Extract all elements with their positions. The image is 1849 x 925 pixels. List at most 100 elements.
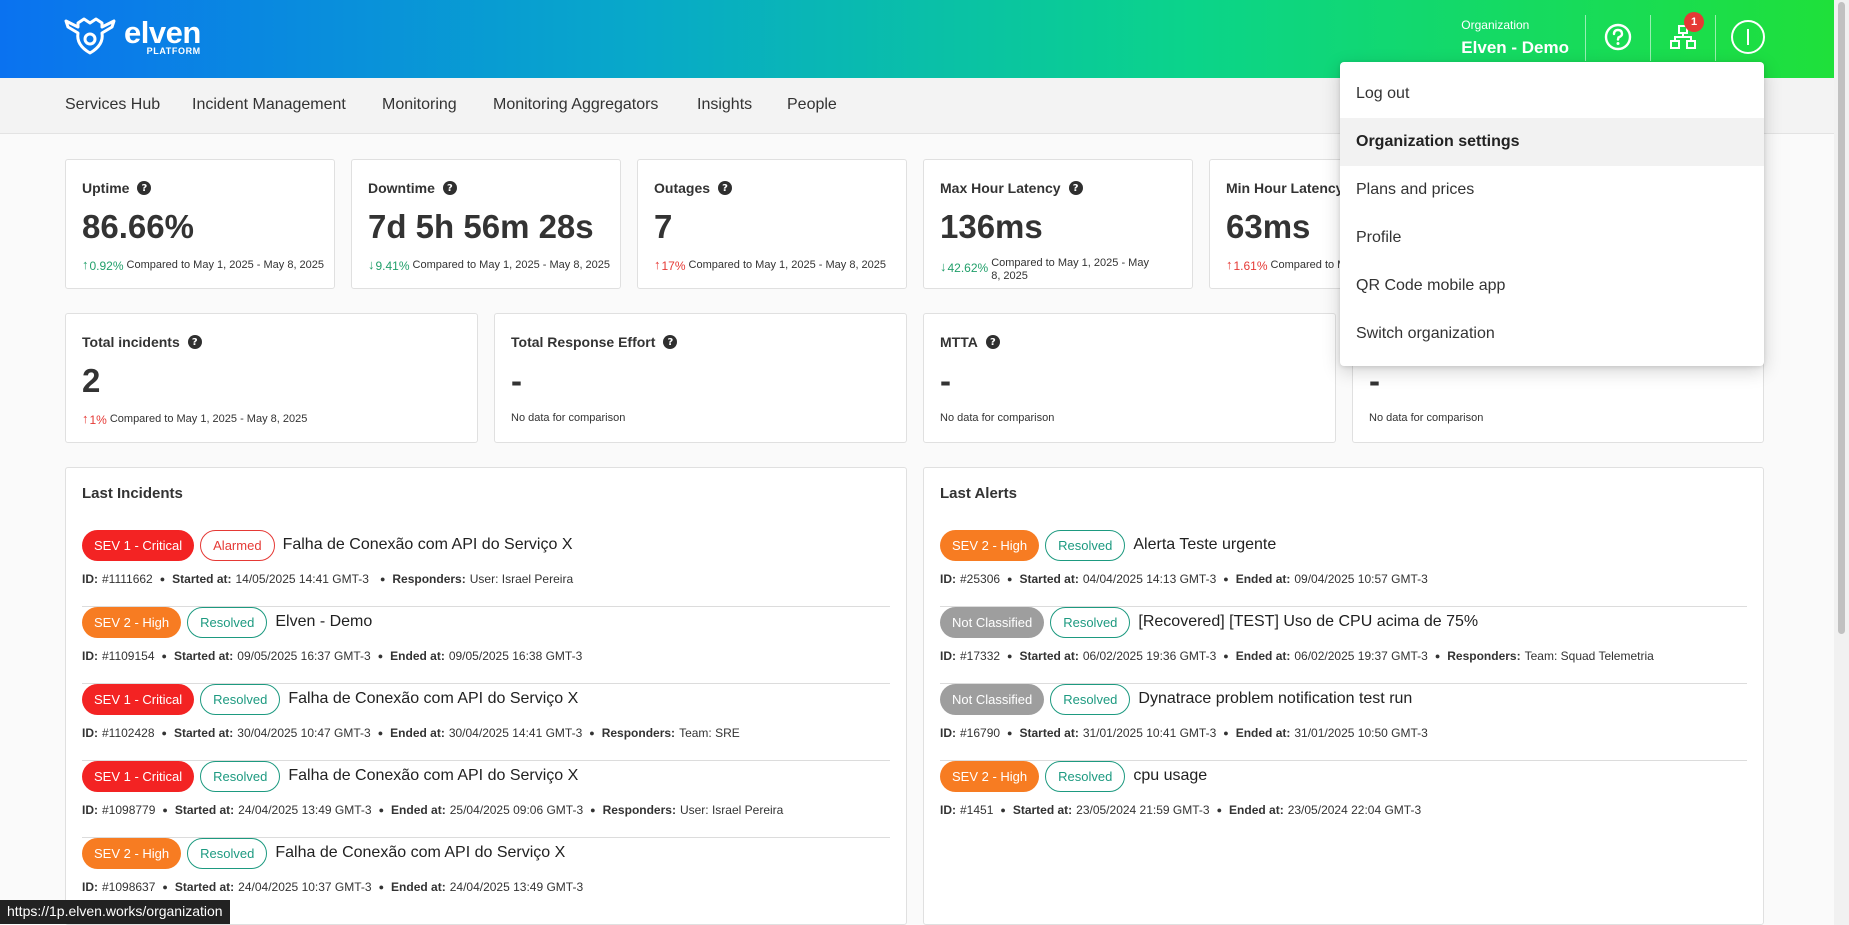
- alert-id: #16790: [960, 726, 1001, 740]
- menu-item-log-out[interactable]: Log out: [1340, 70, 1764, 118]
- responders-label: Responders:: [602, 803, 676, 817]
- ended-at: 06/02/2025 19:37 GMT-3: [1294, 649, 1428, 663]
- ended-at: 09/04/2025 10:57 GMT-3: [1294, 572, 1428, 586]
- org-label: Organization: [1461, 18, 1530, 32]
- started-at: 09/05/2025 16:37 GMT-3: [237, 649, 371, 663]
- page-scrollbar[interactable]: [1834, 0, 1849, 925]
- separator-dot: ●: [1223, 728, 1229, 738]
- scrollbar-thumb[interactable]: [1838, 2, 1845, 634]
- help-icon[interactable]: ?: [718, 181, 733, 195]
- response-effort-value: -: [511, 362, 522, 399]
- menu-item-switch-organization[interactable]: Switch organization: [1340, 310, 1764, 358]
- incident-title[interactable]: Falha de Conexão com API do Serviço X: [288, 767, 578, 785]
- nav-incident-management[interactable]: Incident Management: [192, 96, 346, 114]
- started-label: Started at:: [173, 649, 234, 663]
- fourth-metric-value: -: [1369, 362, 1380, 399]
- incident-id: #1098779: [102, 803, 156, 817]
- help-icon[interactable]: ?: [985, 335, 1000, 349]
- ended-label: Ended at:: [1235, 726, 1291, 740]
- last-alerts-panel: Last Alerts SEV 2 - High Resolved Alerta…: [923, 467, 1764, 925]
- alert-row[interactable]: Not Classified Resolved [Recovered] [TES…: [940, 606, 1747, 684]
- arrow-up-icon: ↑: [654, 257, 661, 272]
- nav-monitoring[interactable]: Monitoring: [382, 96, 457, 114]
- nav-people[interactable]: People: [787, 96, 837, 114]
- responders-value: Israel Pereira: [711, 803, 784, 817]
- nav-monitoring-aggregators[interactable]: Monitoring Aggregators: [493, 96, 658, 114]
- alert-id: #25306: [960, 572, 1001, 586]
- elven-logo[interactable]: elven PLATFORM: [64, 15, 201, 57]
- incident-row[interactable]: SEV 2 - High Resolved Elven - Demo ID: #1…: [82, 606, 890, 684]
- responders-kind: Team:: [1524, 649, 1558, 663]
- status-badge: Resolved: [200, 683, 281, 715]
- started-at: 04/04/2025 14:13 GMT-3: [1082, 572, 1217, 586]
- nav-insights[interactable]: Insights: [697, 96, 752, 114]
- arrow-up-icon: ↑: [1226, 257, 1233, 272]
- responders-value: Squad Telemetria: [1560, 649, 1654, 663]
- help-icon[interactable]: ?: [663, 335, 678, 349]
- alert-title[interactable]: [Recovered] [TEST] Uso de CPU acima de 7…: [1138, 613, 1478, 631]
- total-incidents-card: Total incidents? 2 ↑ 1% Compared to May …: [65, 313, 478, 443]
- started-label: Started at:: [1012, 803, 1073, 817]
- separator-dot: ●: [377, 651, 384, 661]
- help-icon[interactable]: ?: [1068, 181, 1083, 195]
- ended-at: 31/01/2025 10:50 GMT-3: [1294, 726, 1428, 740]
- separator-dot: ●: [162, 805, 168, 815]
- separator-dot: ●: [1434, 651, 1441, 661]
- menu-item-profile[interactable]: Profile: [1340, 214, 1764, 262]
- arrow-up-icon: ↑: [82, 257, 89, 272]
- user-avatar-button[interactable]: [1731, 20, 1765, 54]
- severity-badge: SEV 2 - High: [82, 606, 182, 638]
- alert-title[interactable]: Alerta Teste urgente: [1133, 536, 1276, 554]
- comparison-text: Compared to May 1, 2025 - May 8, 2025: [109, 413, 308, 425]
- incident-row[interactable]: SEV 1 - Critical Resolved Falha de Conex…: [82, 760, 890, 838]
- header-divider: [1585, 15, 1586, 61]
- ended-label: Ended at:: [391, 803, 446, 817]
- separator-dot: ●: [1216, 805, 1223, 815]
- separator-dot: ●: [1000, 805, 1006, 815]
- started-at: 14/05/2025 14:41 GMT-3: [235, 572, 369, 586]
- started-label: Started at:: [173, 726, 234, 740]
- organization-selector[interactable]: Organization Elven - Demo: [1461, 18, 1569, 58]
- help-icon[interactable]: ?: [442, 181, 457, 195]
- elven-logo-icon: [64, 17, 116, 55]
- total-response-effort-card: Total Response Effort? - No data for com…: [494, 313, 907, 443]
- nav-services-hub[interactable]: Services Hub: [65, 96, 160, 114]
- alert-row[interactable]: SEV 2 - High Resolved cpu usage ID: #1451…: [940, 760, 1747, 838]
- card-title: Max Hour Latency: [940, 180, 1061, 196]
- incident-row[interactable]: SEV 1 - Critical Alarmed Falha de Conexã…: [82, 529, 890, 607]
- alert-row[interactable]: Not Classified Resolved Dynatrace proble…: [940, 683, 1747, 761]
- no-data-text: No data for comparison: [940, 412, 1055, 424]
- incident-row[interactable]: SEV 1 - Critical Resolved Falha de Conex…: [82, 683, 890, 761]
- ended-at: 09/05/2025 16:38 GMT-3: [448, 649, 583, 663]
- help-button[interactable]: [1601, 20, 1635, 54]
- separator-dot: ●: [378, 882, 385, 892]
- menu-item-organization-settings[interactable]: Organization settings: [1340, 118, 1764, 166]
- max-latency-change-pct: 42.62%: [947, 261, 989, 275]
- separator-dot: ●: [1007, 728, 1013, 738]
- organization-structure-button[interactable]: 1: [1666, 12, 1704, 54]
- id-label: ID:: [82, 880, 98, 894]
- menu-item-qr-code-mobile-app[interactable]: QR Code mobile app: [1340, 262, 1764, 310]
- severity-badge: SEV 2 - High: [940, 529, 1040, 561]
- mtta-card: MTTA? - No data for comparison: [923, 313, 1336, 443]
- outages-value: 7: [654, 208, 673, 245]
- uptime-change-pct: 0.92%: [89, 259, 124, 273]
- incident-title[interactable]: Falha de Conexão com API do Serviço X: [288, 690, 578, 708]
- help-icon[interactable]: ?: [137, 181, 152, 195]
- status-badge: Resolved: [1045, 529, 1126, 561]
- min-latency-value: 63ms: [1226, 208, 1311, 245]
- started-label: Started at:: [1019, 572, 1079, 586]
- alert-title[interactable]: cpu usage: [1133, 767, 1207, 785]
- help-icon[interactable]: ?: [187, 335, 202, 349]
- alert-row[interactable]: SEV 2 - High Resolved Alerta Teste urgen…: [940, 529, 1747, 607]
- incident-title[interactable]: Falha de Conexão com API do Serviço X: [275, 844, 565, 862]
- responders-label: Responders:: [392, 572, 466, 586]
- status-badge: Resolved: [187, 606, 268, 638]
- downtime-value: 7d 5h 56m 28s: [368, 208, 594, 245]
- alert-title[interactable]: Dynatrace problem notification test run: [1138, 690, 1412, 708]
- panel-title: Last Incidents: [82, 485, 183, 502]
- menu-item-plans-and-prices[interactable]: Plans and prices: [1340, 166, 1764, 214]
- logo-wordmark: elven: [124, 14, 201, 50]
- incident-title[interactable]: Elven - Demo: [275, 613, 372, 631]
- incident-title[interactable]: Falha de Conexão com API do Serviço X: [283, 536, 573, 554]
